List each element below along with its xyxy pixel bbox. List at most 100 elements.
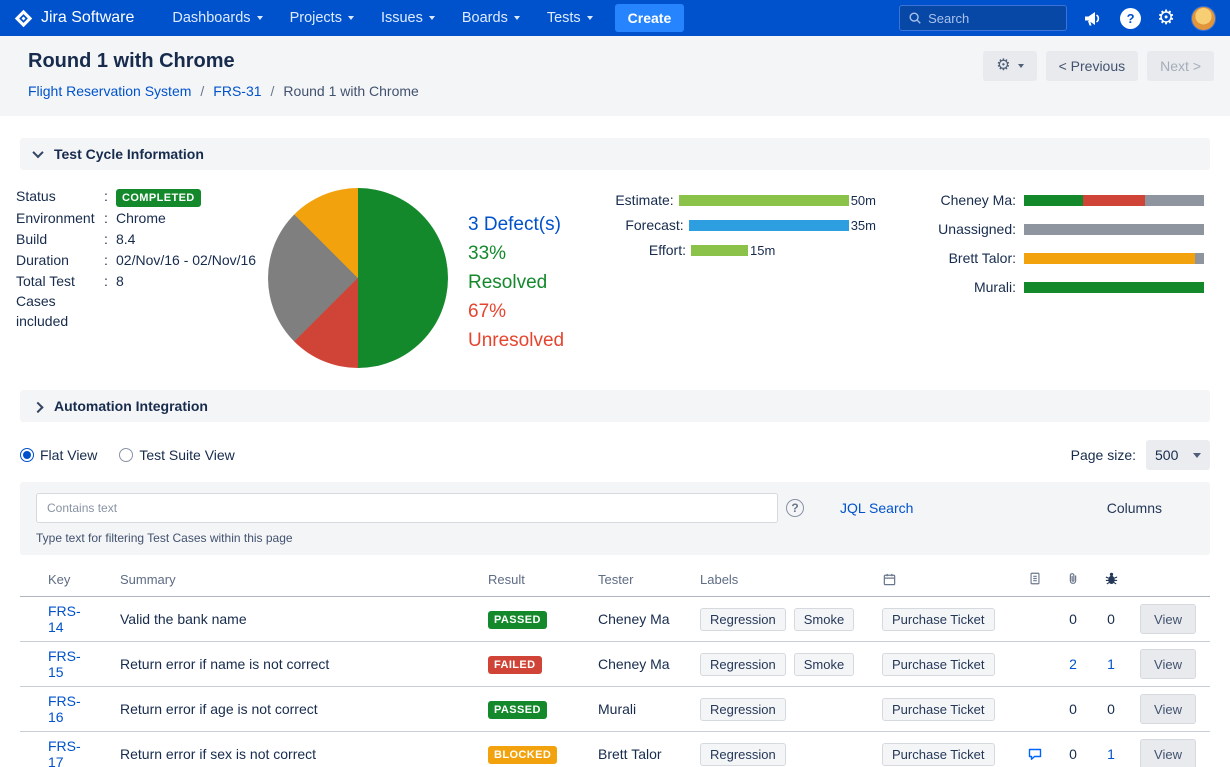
gear-icon[interactable]: ⚙	[1157, 8, 1175, 28]
summary-text: Return error if sex is not correct	[92, 746, 460, 762]
table-row: FRS-16 Return error if age is not correc…	[20, 687, 1210, 732]
summary-text: Return error if name is not correct	[92, 656, 460, 672]
chevron-down-icon	[514, 16, 520, 20]
tester-bar	[1024, 224, 1204, 235]
table-row: FRS-14 Valid the bank name PASSED Cheney…	[20, 597, 1210, 642]
requirement-chip: Purchase Ticket	[882, 608, 995, 631]
field-build: Build : 8.4	[16, 229, 268, 249]
col-header-summary: Summary	[92, 572, 460, 587]
breadcrumb-project-link[interactable]: Flight Reservation System	[28, 83, 191, 99]
view-button[interactable]: View	[1140, 604, 1196, 634]
jql-search-link[interactable]: JQL Search	[840, 500, 913, 516]
tester-row: Murali:	[920, 279, 1208, 295]
label-chip: Regression	[700, 698, 786, 721]
defect-count-link[interactable]: 1	[1107, 746, 1115, 762]
radio-unselected-icon	[119, 448, 133, 462]
create-button[interactable]: Create	[615, 4, 685, 32]
requirement-chip: Purchase Ticket	[882, 698, 995, 721]
search-input[interactable]	[928, 11, 1048, 26]
effort-chart: Estimate: 50m Forecast: 35m Effort: 15m	[614, 186, 876, 368]
flat-view-radio[interactable]: Flat View	[20, 447, 97, 463]
chevron-down-icon	[348, 16, 354, 20]
filter-panel: ? JQL Search Columns Type text for filte…	[20, 482, 1210, 555]
tester-name: Cheney Ma	[570, 611, 674, 627]
result-badge: FAILED	[488, 656, 542, 674]
defect-count-link[interactable]: 1	[1107, 656, 1115, 672]
col-header-key: Key	[20, 572, 92, 587]
status-badge: COMPLETED	[116, 189, 201, 207]
test-suite-view-radio[interactable]: Test Suite View	[119, 447, 234, 463]
breadcrumb-issue-link[interactable]: FRS-31	[213, 83, 261, 99]
resolved-label: Resolved	[468, 268, 610, 297]
view-button[interactable]: View	[1140, 649, 1196, 679]
field-status: Status : COMPLETED	[16, 186, 268, 207]
view-button[interactable]: View	[1140, 739, 1196, 767]
page-size-select[interactable]: 500	[1146, 440, 1210, 470]
panel-title: Test Cycle Information	[54, 146, 204, 162]
announcement-icon[interactable]	[1083, 10, 1104, 27]
avatar[interactable]	[1191, 6, 1216, 31]
nav-menu: Dashboards Projects Issues Boards Tests	[172, 10, 592, 26]
label-chip: Regression	[700, 743, 786, 766]
effort-bar	[691, 245, 748, 256]
effort-row: Effort: 15m	[614, 242, 876, 258]
attachment-count: 0	[1069, 701, 1077, 717]
filter-help-icon[interactable]: ?	[786, 499, 804, 517]
field-total-test-cases: Total Test Cases included : 8	[16, 271, 268, 331]
automation-integration-panel-header[interactable]: Automation Integration	[20, 390, 1210, 422]
help-icon[interactable]: ?	[1120, 8, 1141, 29]
result-badge: PASSED	[488, 611, 547, 629]
issue-key-link[interactable]: FRS-14	[20, 603, 92, 635]
contains-text-input[interactable]	[36, 493, 778, 523]
summary-text: Valid the bank name	[92, 611, 460, 627]
radio-selected-icon	[20, 448, 34, 462]
tester-name: Brett Talor	[570, 746, 674, 762]
top-nav: Jira Software Dashboards Projects Issues…	[0, 0, 1230, 36]
unresolved-label: Unresolved	[468, 326, 610, 355]
test-cycle-info-panel-header[interactable]: Test Cycle Information	[20, 138, 1210, 170]
field-environment: Environment : Chrome	[16, 208, 268, 228]
tester-name: Murali	[570, 701, 674, 717]
nav-item-issues[interactable]: Issues	[381, 10, 435, 26]
next-button[interactable]: Next >	[1147, 51, 1214, 81]
settings-dropdown-button[interactable]: ⚙	[983, 51, 1036, 81]
label-chip: Regression	[700, 608, 786, 631]
defect-count: 3 Defect(s)	[468, 210, 610, 239]
columns-button[interactable]: Columns	[1107, 500, 1194, 516]
nav-item-projects[interactable]: Projects	[290, 10, 354, 26]
test-case-table: Key Summary Result Tester Labels FRS-14 …	[20, 563, 1210, 767]
effort-bar	[679, 195, 849, 206]
issue-key-link[interactable]: FRS-15	[20, 648, 92, 680]
issue-key-link[interactable]: FRS-16	[20, 693, 92, 725]
bug-icon	[1104, 571, 1119, 589]
jira-brand[interactable]: Jira Software	[14, 9, 134, 28]
breadcrumb-current: Round 1 with Chrome	[283, 83, 418, 99]
tester-name: Cheney Ma	[570, 656, 674, 672]
header-actions: ⚙ < Previous Next >	[983, 51, 1214, 81]
result-badge: PASSED	[488, 701, 547, 719]
defect-count: 0	[1107, 611, 1115, 627]
chevron-down-icon	[257, 16, 263, 20]
label-chip: Smoke	[794, 608, 854, 631]
page-size-control: Page size: 500	[1071, 440, 1210, 470]
result-badge: BLOCKED	[488, 746, 557, 764]
tester-bar	[1024, 195, 1204, 206]
nav-item-boards[interactable]: Boards	[462, 10, 520, 26]
comment-icon[interactable]	[1027, 746, 1043, 762]
tester-row: Cheney Ma:	[920, 192, 1208, 208]
col-header-result: Result	[460, 572, 570, 587]
defect-count: 0	[1107, 701, 1115, 717]
filter-hint: Type text for filtering Test Cases withi…	[36, 531, 1194, 545]
previous-button[interactable]: < Previous	[1046, 51, 1139, 81]
page-header: Round 1 with Chrome Flight Reservation S…	[0, 36, 1230, 116]
effort-row: Estimate: 50m	[614, 192, 876, 208]
search-box[interactable]	[899, 5, 1067, 31]
attachment-count-link[interactable]: 2	[1069, 656, 1077, 672]
col-header-tester: Tester	[570, 572, 674, 587]
issue-key-link[interactable]: FRS-17	[20, 738, 92, 767]
view-button[interactable]: View	[1140, 694, 1196, 724]
nav-item-tests[interactable]: Tests	[547, 10, 593, 26]
pie-chart	[268, 188, 448, 368]
nav-item-dashboards[interactable]: Dashboards	[172, 10, 262, 26]
panel-title: Automation Integration	[54, 398, 208, 414]
